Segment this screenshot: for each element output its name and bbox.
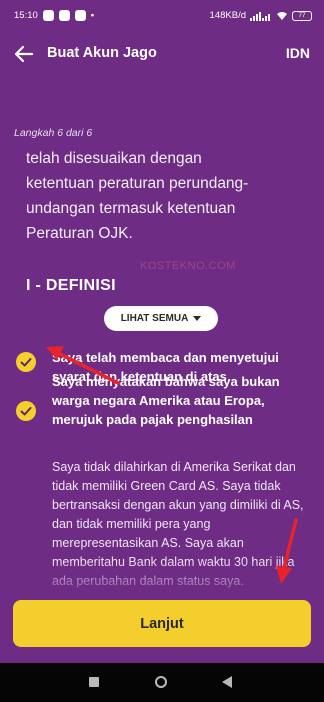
watermark: KOSTEKNO.COM: [140, 260, 236, 272]
see-all-button[interactable]: LIHAT SEMUA: [104, 306, 218, 331]
notification-icon: [42, 10, 54, 21]
terms-line: ketentuan peraturan perundang-: [26, 175, 249, 192]
system-back-icon[interactable]: [222, 676, 232, 688]
wifi-icon: [277, 11, 287, 20]
agree-terms-checkbox[interactable]: [16, 352, 36, 372]
battery-icon: 77: [292, 10, 312, 21]
signal-icon: [250, 11, 270, 21]
checkmark-icon: [20, 407, 32, 416]
app-notification-icon: [58, 10, 70, 21]
media-notification-icon: [74, 10, 86, 21]
terms-line: undangan termasuk ketentuan: [26, 200, 236, 217]
recents-icon[interactable]: [89, 677, 99, 687]
clock: 15:10: [14, 10, 38, 21]
see-all-label: LIHAT SEMUA: [120, 313, 189, 324]
more-notifications-icon: •: [90, 10, 96, 21]
language-toggle[interactable]: IDN: [286, 45, 310, 61]
terms-line: Peraturan OJK.: [26, 225, 133, 242]
terms-excerpt: telah disesuaikan dengan ketentuan perat…: [26, 146, 316, 246]
non-us-declaration-checkbox[interactable]: [16, 401, 36, 421]
status-bar-left: 15:10 •: [14, 10, 95, 21]
scroll-fade: [0, 560, 324, 600]
status-bar-right: 148KB/d 77: [210, 10, 312, 21]
chevron-down-icon: [193, 316, 202, 321]
page-title: Buat Akun Jago: [47, 45, 157, 61]
section-title: I - DEFINISI: [26, 277, 116, 294]
non-us-declaration-label[interactable]: Saya menyatakan bahwa saya bukan warga n…: [52, 372, 314, 429]
checkmark-icon: [20, 358, 32, 367]
app-header: Buat Akun Jago IDN: [0, 36, 324, 72]
network-speed: 148KB/d: [209, 10, 246, 21]
back-arrow-icon[interactable]: [12, 42, 36, 66]
terms-line: telah disesuaikan dengan: [26, 150, 202, 167]
home-icon[interactable]: [155, 676, 167, 688]
system-nav-bar: [0, 663, 324, 702]
next-button[interactable]: Lanjut: [13, 600, 311, 647]
status-bar: 15:10 • 148KB/d 77: [0, 0, 324, 30]
step-indicator: Langkah 6 dari 6: [14, 127, 93, 139]
